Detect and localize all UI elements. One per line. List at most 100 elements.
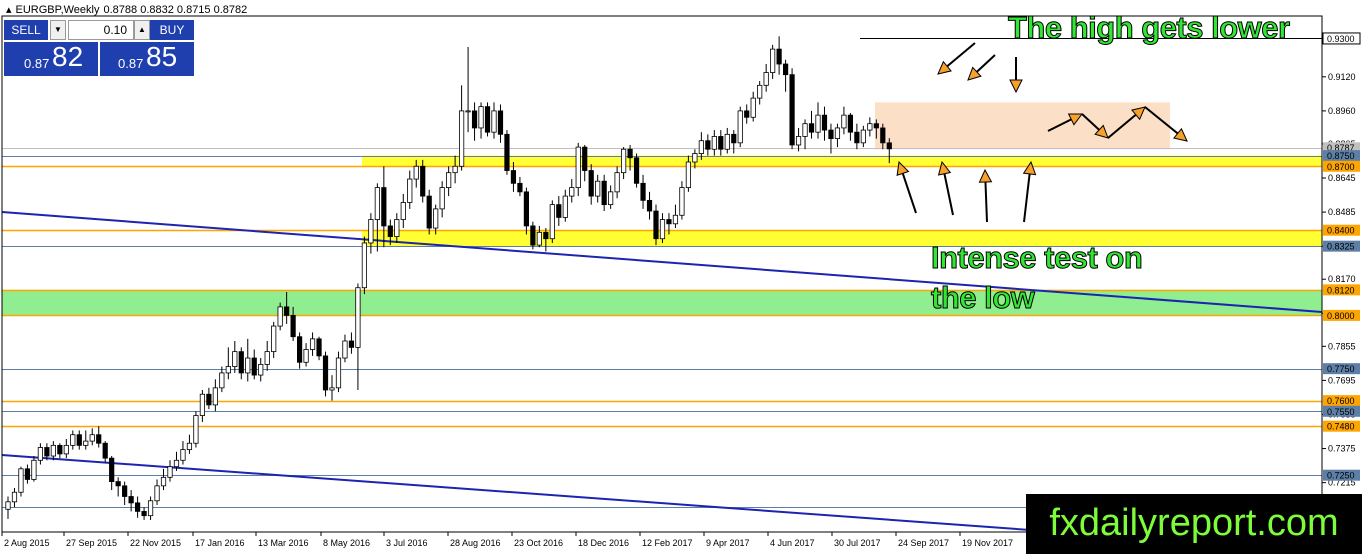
arrow-low-4 xyxy=(1022,160,1037,223)
x-tick-label: 22 Nov 2015 xyxy=(130,538,181,548)
candle-body xyxy=(458,110,465,167)
lot-size-input[interactable]: 0.10 xyxy=(68,20,134,40)
arrow-low-2 xyxy=(937,160,954,216)
candle-body xyxy=(5,501,11,510)
candle-body xyxy=(18,468,24,493)
candle xyxy=(783,59,789,92)
candle-body xyxy=(802,123,808,137)
candle xyxy=(854,123,860,150)
candle xyxy=(750,91,756,122)
candle-body xyxy=(672,214,679,225)
candle-body xyxy=(776,48,782,65)
candle-body xyxy=(335,357,342,389)
candle xyxy=(808,110,815,139)
candle-body xyxy=(11,491,18,503)
candle xyxy=(770,44,776,79)
sell-button[interactable]: SELL xyxy=(4,20,48,40)
candle-body xyxy=(355,287,361,348)
axes-layer: 0.93000.91200.89600.88050.86450.84850.83… xyxy=(1,15,1361,548)
candle-body xyxy=(37,447,44,461)
candle xyxy=(491,102,497,139)
price-chart[interactable]: 0.93000.91200.89600.88050.86450.84850.83… xyxy=(0,0,1362,554)
buy-price-box[interactable]: 0.87 85 xyxy=(100,41,194,76)
candle-body xyxy=(575,146,581,188)
candle xyxy=(608,185,614,209)
candle-body xyxy=(446,172,452,188)
candle-body xyxy=(271,325,277,353)
candle-body xyxy=(57,444,63,455)
candle xyxy=(342,334,348,363)
buy-price-pips: 85 xyxy=(146,41,178,72)
candle xyxy=(633,153,640,188)
candle-body xyxy=(504,133,510,171)
candle-body xyxy=(420,165,426,197)
candle xyxy=(83,430,89,450)
candle-body xyxy=(245,357,251,374)
candle xyxy=(271,321,277,359)
candle-body xyxy=(44,447,50,457)
candle xyxy=(711,130,717,156)
candle-body xyxy=(465,110,471,113)
x-tick-label: 24 Sep 2017 xyxy=(898,538,949,548)
level-tag-text: 0.7480 xyxy=(1327,422,1355,432)
candle xyxy=(478,102,484,139)
candle-body xyxy=(433,208,439,229)
x-tick-label: 23 Oct 2016 xyxy=(514,538,563,548)
candle xyxy=(225,347,231,380)
sell-price-box[interactable]: 0.87 82 xyxy=(4,41,98,76)
candle-body xyxy=(886,142,892,150)
candle-body xyxy=(329,387,335,391)
candle-body xyxy=(808,123,815,133)
lot-increase-icon[interactable]: ▲ xyxy=(134,20,150,40)
buy-button[interactable]: BUY xyxy=(150,20,194,40)
candles-layer xyxy=(5,36,892,520)
candle xyxy=(89,428,95,446)
candle-body xyxy=(815,114,821,133)
level-tag-0.7600: 0.7600 xyxy=(1323,395,1360,407)
candle xyxy=(122,481,128,506)
candle-body xyxy=(400,202,406,220)
candle xyxy=(569,179,575,203)
candle-body xyxy=(770,48,776,73)
sell-price-pips: 82 xyxy=(52,41,84,72)
level-tag-text: 0.8325 xyxy=(1327,242,1355,252)
candle xyxy=(193,411,199,448)
x-tick-label: 12 Feb 2017 xyxy=(642,538,693,548)
candle-body xyxy=(582,146,588,171)
level-tag-text: 0.7600 xyxy=(1327,396,1355,406)
level-tag-text: 0.8000 xyxy=(1327,311,1355,321)
candle xyxy=(212,379,218,412)
x-tick-label: 30 Jul 2017 xyxy=(834,538,881,548)
candle-body xyxy=(381,187,387,227)
candle xyxy=(154,479,160,506)
symbol-label: EURGBP,Weekly xyxy=(15,4,100,16)
candle-body xyxy=(70,434,76,446)
candle xyxy=(348,332,355,354)
candle-body xyxy=(692,153,698,163)
candle-body xyxy=(556,204,562,218)
buy-price-prefix: 0.87 xyxy=(118,56,144,71)
candle-body xyxy=(517,182,523,193)
candle xyxy=(582,144,588,182)
candle-body xyxy=(601,180,607,206)
level-tag-text: 0.8750 xyxy=(1327,151,1355,161)
x-tick-label: 4 Jun 2017 xyxy=(770,538,815,548)
candle xyxy=(37,443,44,465)
lot-decrease-icon[interactable]: ▼ xyxy=(50,20,66,40)
candle-body xyxy=(96,434,102,444)
candle xyxy=(465,46,471,133)
dropdown-icon[interactable]: ▴ xyxy=(6,4,12,16)
candle xyxy=(523,187,530,235)
candle xyxy=(640,174,646,209)
arrow-high-2 xyxy=(967,54,996,81)
candle-body xyxy=(238,351,244,374)
candle-body xyxy=(750,97,756,118)
candle xyxy=(128,490,134,512)
candle xyxy=(718,130,724,156)
candle xyxy=(588,164,594,205)
candle-body xyxy=(309,338,316,350)
candle xyxy=(744,104,750,124)
level-tag-0.8000: 0.8000 xyxy=(1323,309,1360,321)
candle xyxy=(497,104,504,143)
arrow-shaft xyxy=(946,42,976,68)
